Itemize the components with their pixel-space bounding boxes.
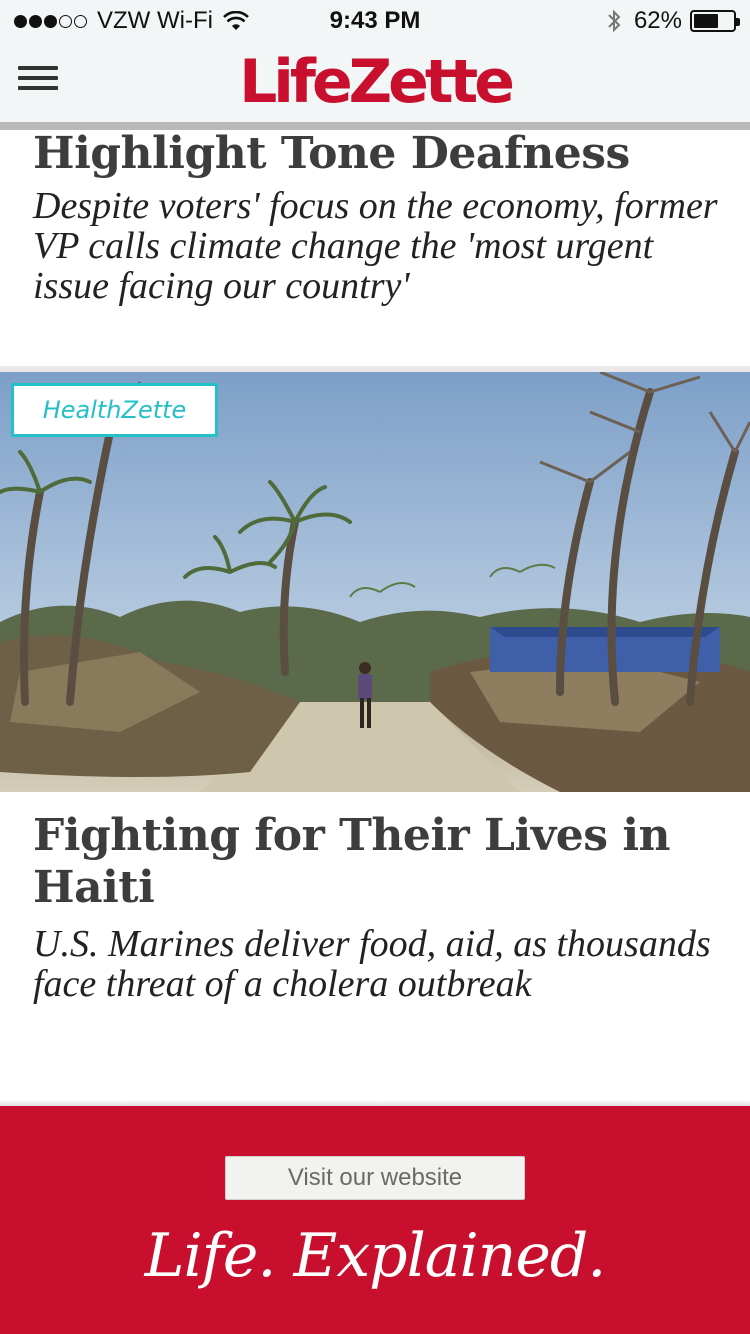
battery-level [694, 14, 718, 28]
nav-bar: LifeZette [0, 40, 750, 122]
status-bar: VZW Wi-Fi 9:43 PM 62% [0, 0, 750, 40]
battery-icon [690, 10, 740, 32]
bluetooth-icon [608, 9, 621, 33]
lifezette-logo[interactable]: LifeZette [0, 46, 750, 118]
article-title[interactable]: Fighting for Their Lives in Haiti [33, 810, 723, 914]
battery-percent: 62% [633, 7, 682, 34]
article-dek[interactable]: Despite voters' focus on the economy, fo… [33, 186, 723, 306]
article-title[interactable]: Highlight Tone Deafness [33, 128, 723, 180]
status-right: 62% [606, 7, 740, 35]
visit-website-button[interactable]: Visit our website [225, 1156, 525, 1200]
footer-tagline: Life. Explained. [144, 1221, 607, 1291]
category-tag-healthzette[interactable]: HealthZette [11, 383, 218, 437]
article-dek[interactable]: U.S. Marines deliver food, aid, as thous… [33, 924, 723, 1004]
